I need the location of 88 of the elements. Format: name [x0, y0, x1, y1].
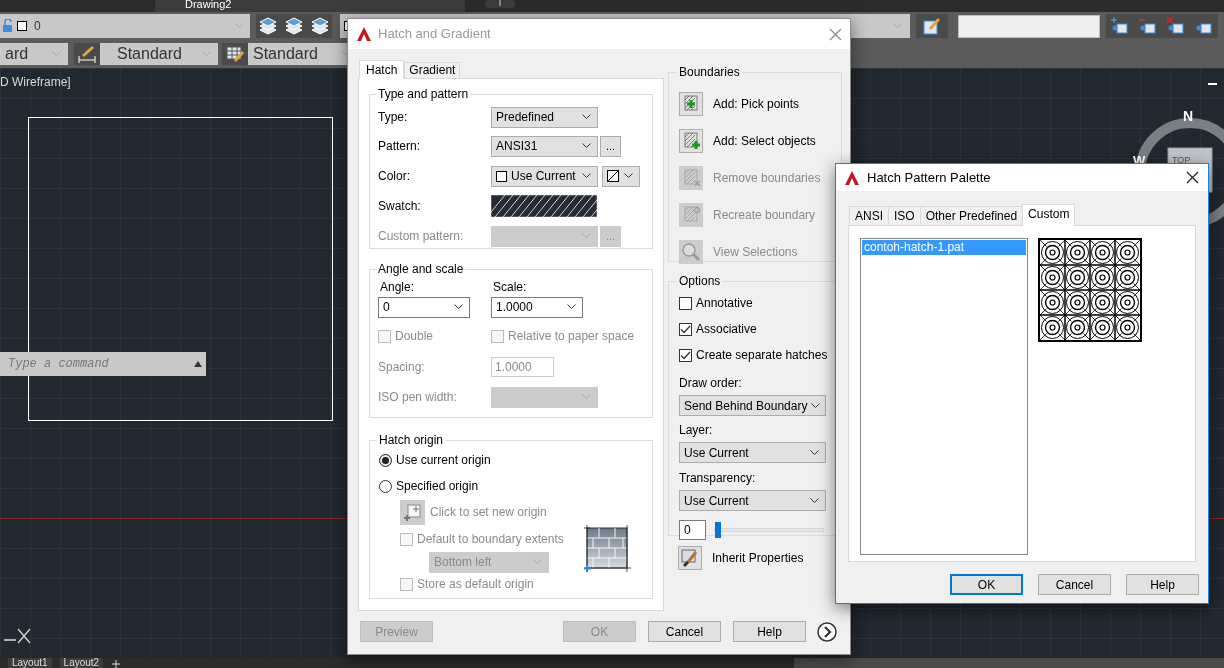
layers-icon[interactable]	[310, 16, 330, 36]
scale-field[interactable]: 1.0000	[491, 296, 583, 318]
field-label: Angle:	[380, 279, 416, 296]
radio-indicator[interactable]	[379, 479, 392, 493]
browse-button[interactable]: ...	[600, 135, 621, 157]
angle-field[interactable]: 0	[378, 296, 470, 318]
origin-radio[interactable]: Specified origin	[379, 477, 644, 495]
brush-icon	[678, 546, 702, 570]
boundary-action-button[interactable]: Add: Pick points	[679, 85, 833, 122]
field-label: Custom pattern:	[378, 228, 465, 245]
up-arrow-icon[interactable]	[194, 361, 202, 367]
field-label: Scale:	[493, 279, 528, 296]
layout-tab[interactable]: Layout2	[59, 658, 104, 668]
group-title: Options	[678, 273, 722, 290]
layer-dropdown[interactable]: 0	[0, 14, 250, 38]
new-tab-icon[interactable]	[485, 0, 515, 10]
dialog-button[interactable]: Cancel	[1038, 574, 1111, 595]
dialog-button[interactable]: Help	[733, 621, 806, 642]
field-label: Color:	[378, 168, 411, 185]
group-title: Boundaries	[678, 64, 741, 81]
layout-tab[interactable]: Layout1	[8, 658, 52, 668]
more-options-icon[interactable]	[817, 621, 837, 642]
dialog-tab[interactable]: Gradient	[404, 62, 461, 78]
field-label: Swatch:	[378, 198, 422, 215]
lock-icon	[2, 19, 14, 33]
layers-icon[interactable]	[284, 16, 304, 36]
viewport-label[interactable]: D Wireframe]	[0, 73, 71, 91]
no-fill-icon	[607, 170, 619, 182]
transparency-value-field[interactable]: 0	[679, 520, 706, 540]
transparency-dropdown[interactable]: Use Current	[679, 490, 826, 511]
check-icon	[680, 349, 691, 361]
block-icon[interactable]	[1166, 16, 1186, 36]
origin-radio[interactable]: Use current origin	[379, 451, 644, 469]
block-icon[interactable]	[1110, 16, 1130, 36]
draw-order-dropdown[interactable]: Send Behind Boundary	[679, 395, 826, 416]
palette-tab[interactable]: ANSI	[849, 206, 889, 225]
group-title: Type and pattern	[377, 86, 470, 103]
recreate-icon	[679, 202, 703, 227]
block-icon[interactable]	[1138, 16, 1158, 36]
origin-icon	[403, 503, 422, 521]
field-label: Draw order:	[679, 375, 743, 392]
option-checkbox[interactable]: Annotative	[679, 294, 833, 312]
select-objects-icon	[679, 128, 703, 153]
color-swatch-icon	[496, 170, 507, 182]
ucs-icon	[4, 626, 32, 646]
dialog-title: Hatch Pattern Palette	[867, 168, 991, 187]
field-label: Spacing:	[378, 359, 426, 376]
dialog-button[interactable]: Cancel	[648, 621, 721, 642]
text-field[interactable]	[958, 14, 1100, 38]
option-checkbox[interactable]: Create separate hatches	[679, 346, 833, 364]
field-label: Layer:	[679, 423, 713, 437]
color-dropdown[interactable]: Use Current	[491, 165, 598, 187]
radio-indicator[interactable]	[379, 453, 392, 467]
dialog-tab[interactable]: Hatch	[359, 60, 405, 79]
dialog-button[interactable]: Help	[1126, 574, 1199, 595]
dialog-button[interactable]: OK	[950, 574, 1023, 595]
dimension-style-dropdown[interactable]: Standard	[100, 43, 218, 65]
brick-pattern-preview	[583, 525, 632, 573]
close-icon[interactable]	[1186, 171, 1199, 184]
background-color-dropdown[interactable]	[602, 165, 640, 187]
field-label: Transparency:	[679, 471, 756, 485]
layers-icon[interactable]	[258, 16, 278, 36]
compass-north-label[interactable]: N	[1183, 106, 1194, 127]
option-checkbox[interactable]: Associative	[679, 320, 833, 338]
pattern-dropdown[interactable]: ANSI31	[491, 135, 598, 157]
app-logo-icon	[844, 169, 860, 186]
slider-thumb[interactable]	[715, 522, 721, 538]
swatch-preview[interactable]	[491, 195, 597, 217]
app-logo-icon	[356, 26, 372, 42]
document-tab[interactable]: Drawing2	[155, 0, 465, 12]
check-icon	[680, 323, 691, 335]
field-label: Pattern:	[378, 138, 422, 155]
field-label: ISO pen width:	[378, 389, 458, 406]
remove-icon	[679, 165, 703, 190]
layer-dropdown[interactable]: Use Current	[679, 442, 826, 463]
text-style-dropdown[interactable]: ard	[0, 43, 68, 65]
field-label: Type:	[378, 109, 409, 126]
group-title: Hatch origin	[378, 432, 445, 449]
type-dropdown[interactable]: Predefined	[491, 106, 598, 128]
table-style-icon[interactable]	[225, 44, 245, 64]
edit-icon[interactable]	[922, 16, 942, 36]
boundary-action-button[interactable]: Add: Select objects	[679, 122, 833, 159]
dimension-style-icon[interactable]	[77, 44, 97, 64]
dialog-title: Hatch and Gradient	[378, 25, 491, 44]
palette-tab[interactable]: Custom	[1022, 204, 1076, 226]
pick-points-icon	[679, 91, 703, 116]
add-layout-icon[interactable]	[111, 658, 122, 668]
group-title: Angle and scale	[377, 261, 465, 278]
